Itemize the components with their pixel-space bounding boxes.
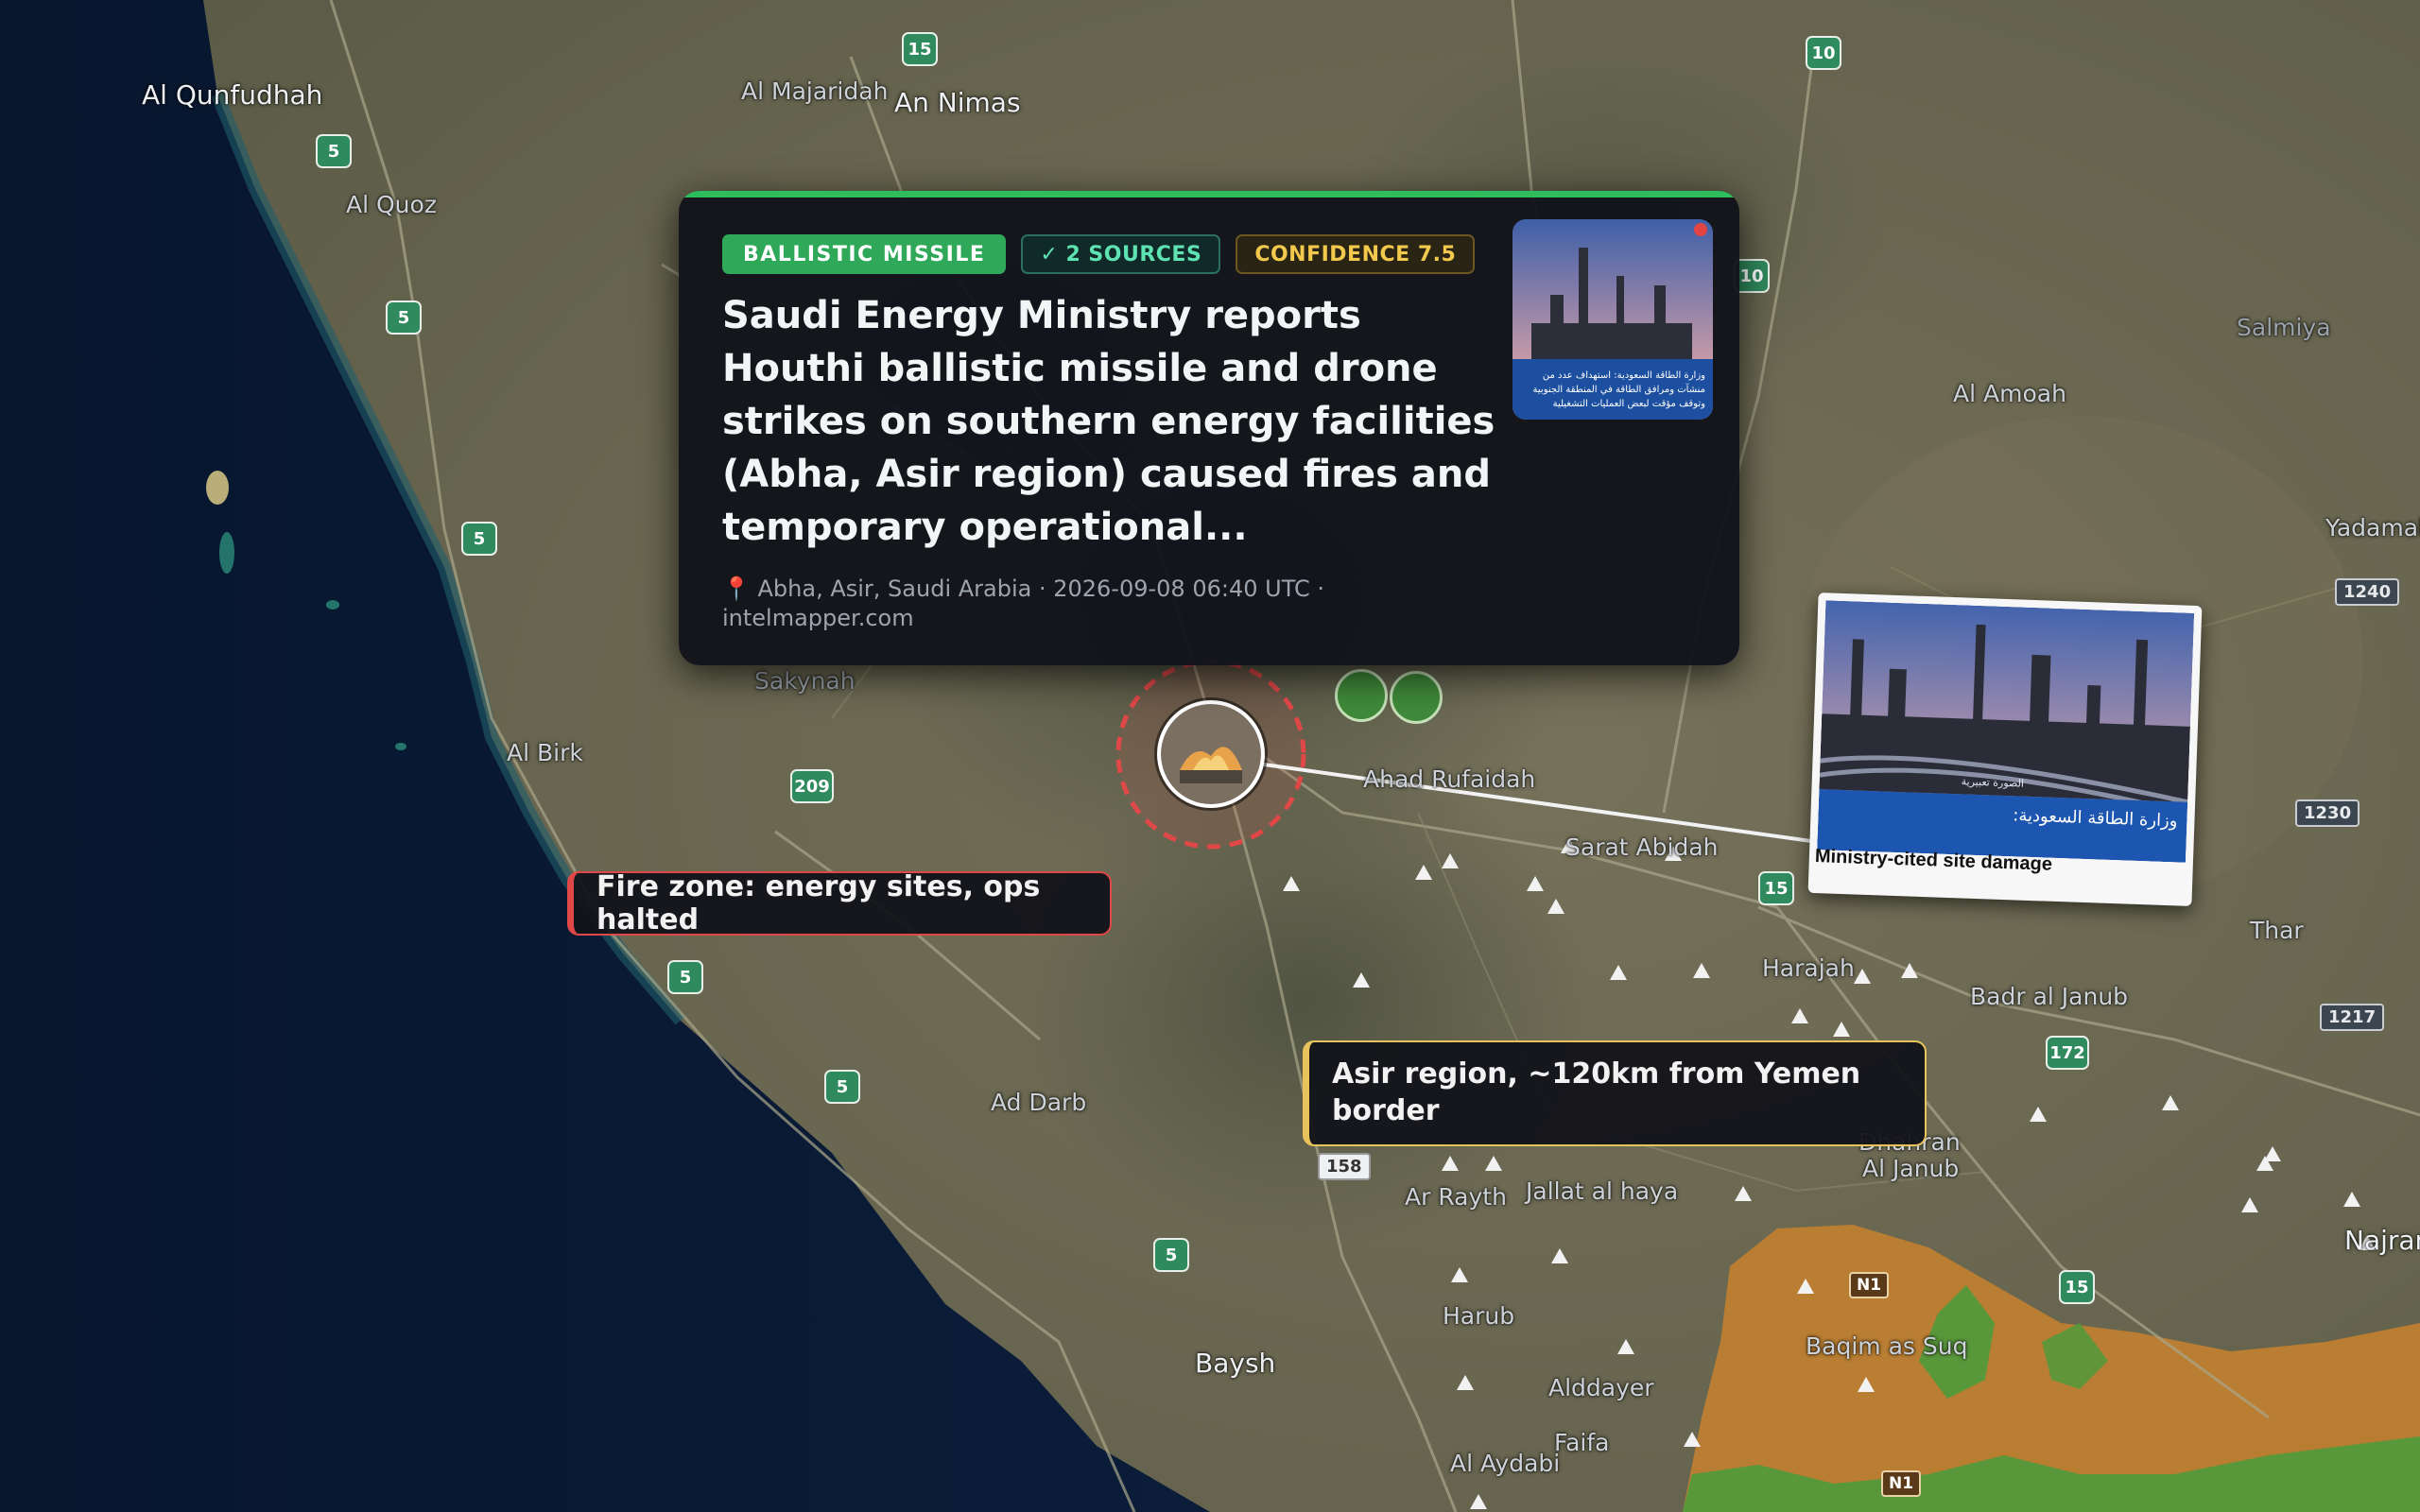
place-label[interactable]: Yadamah: [2325, 514, 2420, 541]
place-label[interactable]: Sarat Abidah: [1565, 833, 1719, 861]
place-label[interactable]: Harub: [1443, 1302, 1514, 1330]
site-damage-image: وزارة الطاقة السعودية: الصورة تعبيرية: [1817, 600, 2195, 863]
yemen-road-shield: N1: [1849, 1272, 1890, 1298]
sources-badge[interactable]: ✓ 2 SOURCES: [1021, 234, 1221, 274]
highway-shield: 1217: [2320, 1004, 2385, 1031]
event-meta: 📍 Abha, Asir, Saudi Arabia · 2026-09-08 …: [722, 576, 1324, 631]
place-label[interactable]: Baqim as Suq: [1806, 1332, 1967, 1360]
road-shield: 172: [2046, 1036, 2089, 1070]
asir-region-label[interactable]: Asir region, ~120km from Yemen border: [1303, 1040, 1927, 1146]
event-marker-fire-icon[interactable]: [1157, 700, 1265, 808]
strike-cluster-marker[interactable]: [1335, 669, 1388, 722]
road-shield: 5: [461, 522, 497, 556]
event-headline[interactable]: Saudi Energy Ministry reports Houthi bal…: [722, 289, 1497, 554]
photo-watermark: الصورة تعبيرية: [1961, 775, 2025, 790]
road-shield: 5: [667, 960, 703, 994]
event-card-accent-bar: [679, 191, 1739, 198]
place-label[interactable]: Al Amoah: [1953, 380, 2066, 407]
road-shield: 209: [790, 769, 834, 803]
thumbnail-close-icon[interactable]: [1694, 223, 1707, 236]
place-label[interactable]: Al Birk: [507, 739, 583, 766]
strike-cluster-marker[interactable]: [1390, 671, 1443, 724]
thumbnail-arabic-text: وزارة الطاقة السعودية: استهداف عدد من من…: [1532, 370, 1705, 409]
place-label[interactable]: Al Majaridah: [741, 77, 888, 105]
road-shield: 5: [386, 301, 422, 335]
road-shield: 15: [1758, 871, 1794, 905]
place-label[interactable]: Jallat al haya: [1526, 1177, 1678, 1205]
place-label[interactable]: Ad Darb: [991, 1089, 1086, 1116]
place-label[interactable]: Sakynah: [754, 667, 856, 695]
highway-shield: 1230: [2295, 799, 2360, 827]
fire-zone-label[interactable]: Fire zone: energy sites, ops halted: [567, 870, 1112, 936]
road-shield: 15: [2059, 1270, 2095, 1304]
road-shield: 5: [316, 134, 352, 168]
road-shield: 15: [902, 32, 938, 66]
place-label[interactable]: Badr al Janub: [1970, 983, 2128, 1010]
site-damage-photo[interactable]: وزارة الطاقة السعودية: الصورة تعبيرية Mi…: [1807, 593, 2203, 906]
event-badges: BALLISTIC MISSILE ✓ 2 SOURCES CONFIDENCE…: [722, 234, 1476, 274]
place-label[interactable]: Al Quoz: [346, 191, 437, 218]
event-card[interactable]: BALLISTIC MISSILE ✓ 2 SOURCES CONFIDENCE…: [679, 191, 1739, 665]
highway-shield: 158: [1318, 1153, 1371, 1180]
place-label[interactable]: Ahad Rufaidah: [1363, 765, 1535, 793]
road-shield: 5: [824, 1070, 860, 1104]
place-label[interactable]: Faifa: [1554, 1429, 1609, 1456]
place-label[interactable]: Najran: [2344, 1225, 2420, 1256]
road-shield: 10: [1806, 36, 1841, 70]
place-label[interactable]: Al Qunfudhah: [142, 79, 322, 111]
place-label[interactable]: Harajah: [1762, 954, 1855, 982]
place-label[interactable]: Al Janub: [1862, 1155, 1959, 1182]
place-label[interactable]: Al Aydabi: [1450, 1450, 1560, 1477]
place-label[interactable]: An Nimas: [894, 87, 1021, 118]
road-shield: 5: [1153, 1238, 1189, 1272]
place-label[interactable]: Ar Rayth: [1405, 1183, 1507, 1211]
event-type-badge: BALLISTIC MISSILE: [722, 234, 1007, 274]
yemen-road-shield: N1: [1881, 1470, 1922, 1497]
confidence-badge: CONFIDENCE 7.5: [1236, 234, 1476, 274]
place-label[interactable]: Thar: [2250, 917, 2304, 944]
place-label[interactable]: Salmiya: [2237, 314, 2331, 341]
highway-shield: 1240: [2335, 578, 2400, 606]
place-label[interactable]: Baysh: [1195, 1348, 1275, 1379]
place-label[interactable]: Alddayer: [1548, 1374, 1654, 1401]
event-thumbnail[interactable]: وزارة الطاقة السعودية: استهداف عدد من من…: [1512, 219, 1713, 420]
